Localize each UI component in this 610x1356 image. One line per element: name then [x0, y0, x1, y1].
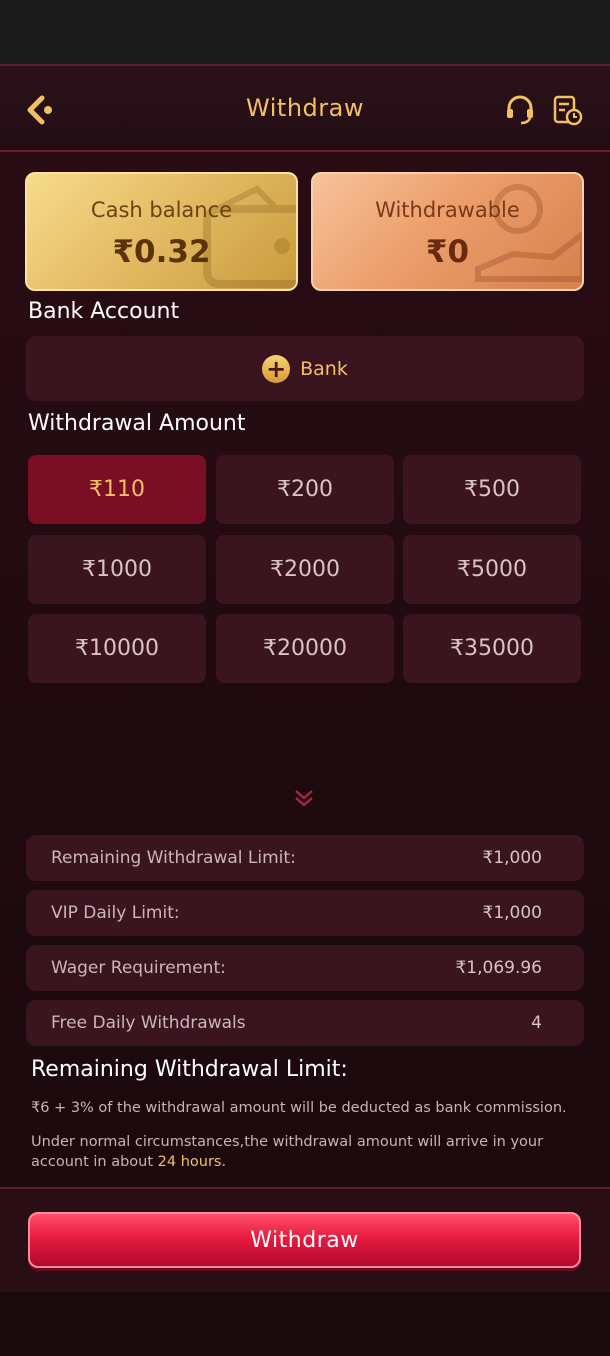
arrival-time-highlight: 24 hours — [157, 1154, 222, 1170]
arrival-note-line2: account in about 24 hours. — [31, 1152, 581, 1172]
rules-title: Remaining Withdrawal Limit: — [31, 1057, 348, 1082]
commission-note: ₹6 + 3% of the withdrawal amount will be… — [31, 1100, 567, 1116]
cash-balance-label: Cash balance — [90, 198, 233, 222]
withdrawable-label: Withdrawable — [375, 198, 520, 222]
limit-label: Wager Requirement: — [51, 958, 226, 978]
limit-value: ₹1,000 — [482, 848, 542, 868]
cash-balance-amount: ₹0.32 — [112, 234, 211, 270]
arrival-note-suffix: . — [221, 1154, 227, 1170]
limit-row: Free Daily Withdrawals 4 — [26, 1000, 584, 1046]
amount-option[interactable]: ₹5000 — [403, 535, 581, 604]
amount-option[interactable]: ₹35000 — [403, 614, 581, 683]
limit-value: ₹1,000 — [482, 903, 542, 923]
amount-option[interactable]: ₹20000 — [216, 614, 394, 683]
add-bank-button[interactable]: + Bank — [26, 336, 584, 401]
records-clock-icon[interactable] — [549, 92, 585, 128]
amount-option[interactable]: ₹500 — [403, 455, 581, 524]
status-bar — [0, 0, 610, 64]
withdrawable-card: Withdrawable ₹0 — [311, 172, 584, 291]
main-content: Cash balance ₹0.32 Withdrawable ₹0 Bank … — [0, 152, 610, 1187]
plus-icon: + — [262, 354, 291, 383]
limit-row: VIP Daily Limit: ₹1,000 — [26, 890, 584, 936]
arrival-note: Under normal circumstances,the withdrawa… — [31, 1132, 581, 1172]
arrival-note-line1: Under normal circumstances,the withdrawa… — [31, 1134, 544, 1150]
withdraw-button[interactable]: Withdraw — [28, 1212, 581, 1268]
limit-value: 4 — [531, 1013, 542, 1033]
amount-option[interactable]: ₹2000 — [216, 535, 394, 604]
bank-account-title: Bank Account — [28, 299, 180, 324]
footer: Withdraw — [0, 1187, 610, 1292]
limit-row: Wager Requirement: ₹1,069.96 — [26, 945, 584, 991]
limit-row: Remaining Withdrawal Limit: ₹1,000 — [26, 835, 584, 881]
cash-balance-card: Cash balance ₹0.32 — [25, 172, 298, 291]
amount-option[interactable]: ₹10000 — [28, 614, 206, 683]
amount-option[interactable]: ₹200 — [216, 455, 394, 524]
amount-option[interactable]: ₹1000 — [28, 535, 206, 604]
arrival-note-prefix: account in about — [31, 1154, 158, 1170]
limit-value: ₹1,069.96 — [455, 958, 542, 978]
limit-label: VIP Daily Limit: — [51, 903, 180, 923]
withdrawal-amount-title: Withdrawal Amount — [28, 411, 246, 436]
limit-label: Remaining Withdrawal Limit: — [51, 848, 296, 868]
limit-label: Free Daily Withdrawals — [51, 1013, 246, 1033]
withdrawable-amount: ₹0 — [425, 234, 470, 270]
header: Withdraw — [0, 64, 610, 152]
chevron-down-icon[interactable] — [291, 785, 317, 811]
headset-icon[interactable] — [502, 92, 538, 128]
amount-option[interactable]: ₹110 — [28, 455, 206, 524]
navigation-bar — [0, 1292, 610, 1356]
add-bank-label: Bank — [300, 357, 348, 380]
